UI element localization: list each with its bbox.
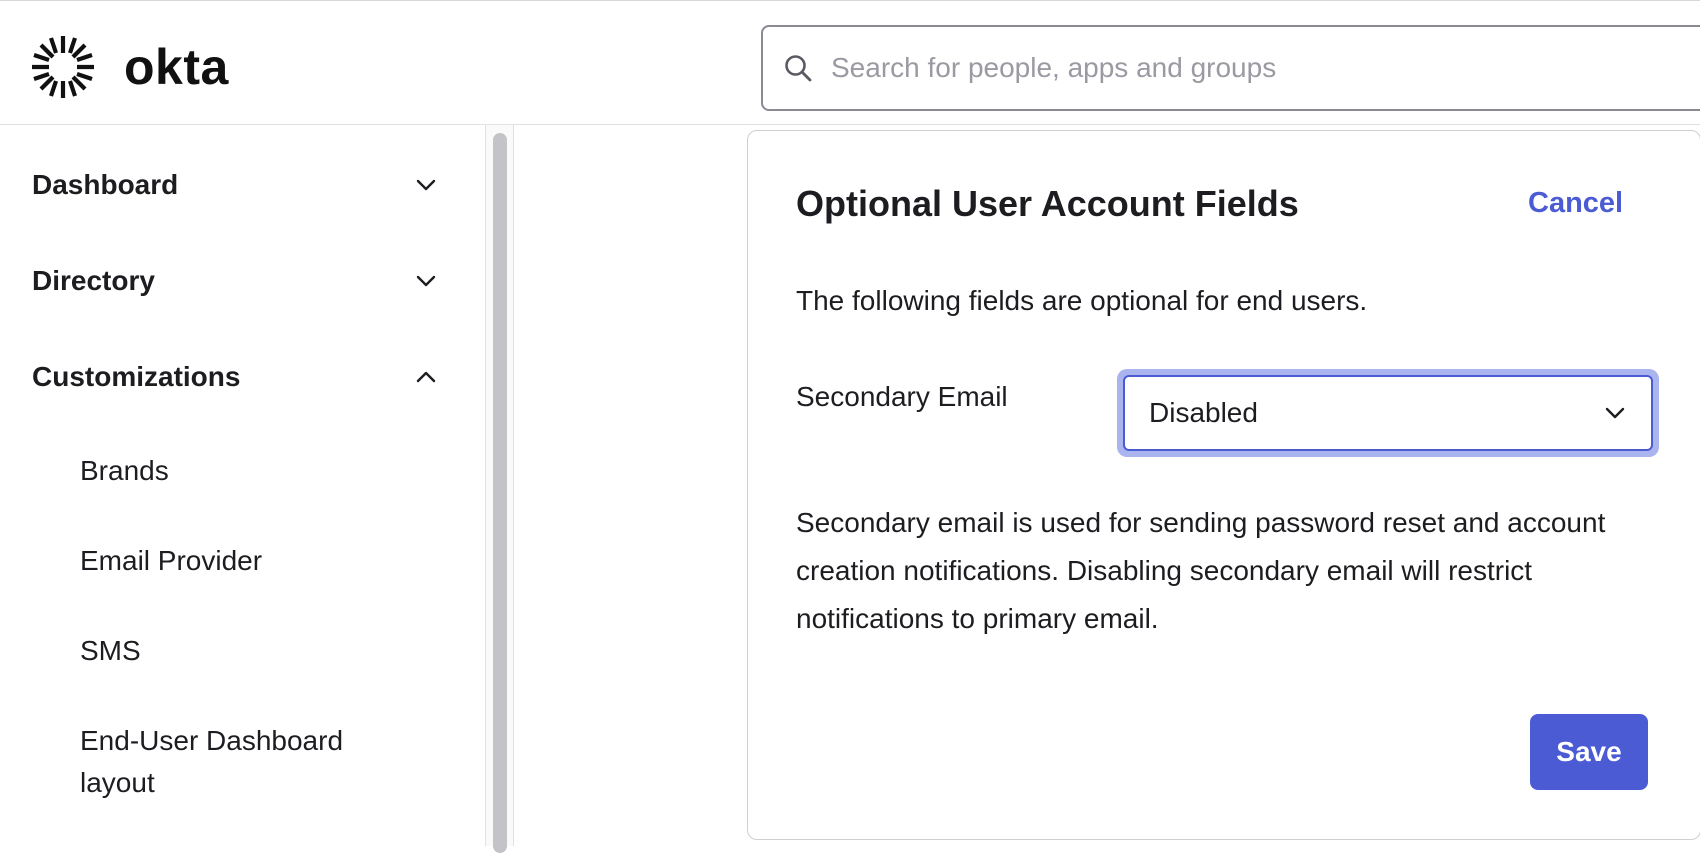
search-input[interactable] xyxy=(831,52,1651,84)
sidebar-item-label: Dashboard xyxy=(32,169,179,200)
panel-intro: The following fields are optional for en… xyxy=(796,285,1368,316)
panel-title: Optional User Account Fields xyxy=(796,183,1299,224)
chevron-down-icon xyxy=(416,275,436,287)
sidebar-item-label: Customizations xyxy=(32,361,241,392)
sidebar-subitem-sms[interactable]: SMS xyxy=(80,630,410,672)
chevron-up-icon xyxy=(416,371,436,383)
sidebar-subitem-end-user-dashboard-layout[interactable]: End-User Dashboard layout xyxy=(80,720,410,804)
save-button[interactable]: Save xyxy=(1530,714,1648,790)
brand-wordmark: okta xyxy=(124,39,229,95)
sidebar-item-label: Directory xyxy=(32,265,155,296)
sidebar-item-dashboard[interactable]: Dashboard xyxy=(32,165,442,205)
select-value: Disabled xyxy=(1149,397,1258,428)
top-header: okta xyxy=(0,4,1700,125)
global-search[interactable] xyxy=(761,25,1700,111)
cancel-link[interactable]: Cancel xyxy=(1528,187,1623,220)
okta-logo[interactable]: okta xyxy=(30,34,229,100)
sidebar: Dashboard Directory Customizations Brand… xyxy=(0,125,486,846)
sidebar-item-customizations[interactable]: Customizations xyxy=(32,357,442,397)
scrollbar-thumb[interactable] xyxy=(493,133,507,853)
secondary-email-select[interactable]: Disabled xyxy=(1123,375,1653,451)
search-icon xyxy=(785,55,812,82)
secondary-email-label: Secondary Email xyxy=(796,381,1008,412)
secondary-email-description: Secondary email is used for sending pass… xyxy=(796,507,1606,634)
sidebar-scrollbar[interactable] xyxy=(486,125,514,853)
chevron-down-icon xyxy=(1605,407,1625,419)
chevron-down-icon xyxy=(416,179,436,191)
sidebar-subitem-brands[interactable]: Brands xyxy=(80,450,410,492)
okta-sunburst-icon xyxy=(32,36,94,98)
sidebar-item-directory[interactable]: Directory xyxy=(32,261,442,301)
secondary-email-focus-ring: Disabled xyxy=(1117,369,1659,457)
optional-fields-panel: Optional User Account Fields Cancel The … xyxy=(747,130,1700,840)
sidebar-subitem-email-provider[interactable]: Email Provider xyxy=(80,540,410,582)
